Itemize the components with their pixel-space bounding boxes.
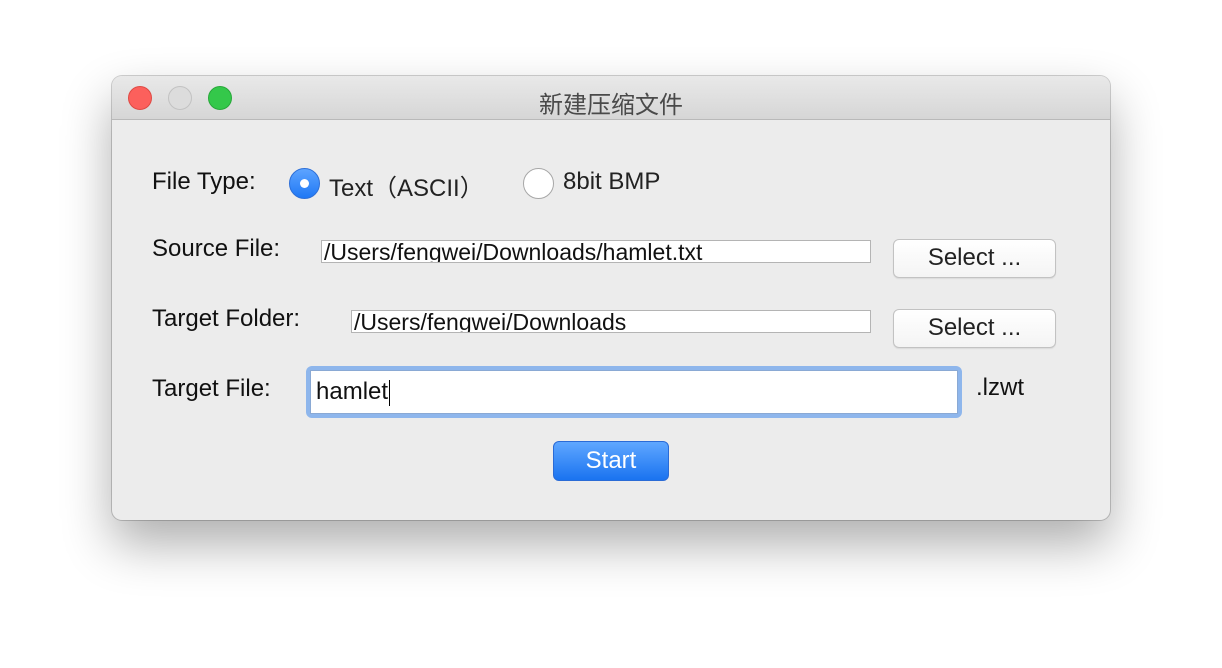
target-file-focus-ring: hamlet	[306, 366, 962, 418]
target-folder-field[interactable]: /Users/fengwei/Downloads	[351, 310, 871, 333]
target-file-label: Target File:	[152, 375, 271, 402]
source-file-label: Source File:	[152, 235, 281, 262]
target-file-input-text: hamlet	[316, 378, 389, 405]
radio-8bit-bmp[interactable]	[523, 168, 554, 199]
radio-text-ascii-label[interactable]: Text（ASCII）	[329, 168, 484, 203]
window-title: 新建压缩文件	[539, 91, 683, 119]
target-select-button[interactable]: Select ...	[893, 309, 1056, 348]
source-file-field[interactable]: /Users/fengwei/Downloads/hamlet.txt	[321, 240, 871, 263]
start-button[interactable]: Start	[553, 441, 669, 481]
radio-selected-dot	[300, 179, 309, 188]
target-file-input[interactable]: hamlet	[310, 370, 958, 414]
file-extension-label: .lzwt	[976, 374, 1024, 401]
compress-dialog-window: 新建压缩文件 File Type: Text（ASCII） 8bit BMP S…	[112, 76, 1110, 520]
source-select-button[interactable]: Select ...	[893, 239, 1056, 278]
target-folder-label: Target Folder:	[152, 305, 301, 332]
file-type-label: File Type:	[152, 168, 256, 195]
title-bar[interactable]: 新建压缩文件	[112, 76, 1110, 120]
text-caret	[389, 379, 391, 406]
radio-8bit-bmp-label[interactable]: 8bit BMP	[563, 168, 660, 196]
radio-text-ascii[interactable]	[289, 168, 320, 199]
